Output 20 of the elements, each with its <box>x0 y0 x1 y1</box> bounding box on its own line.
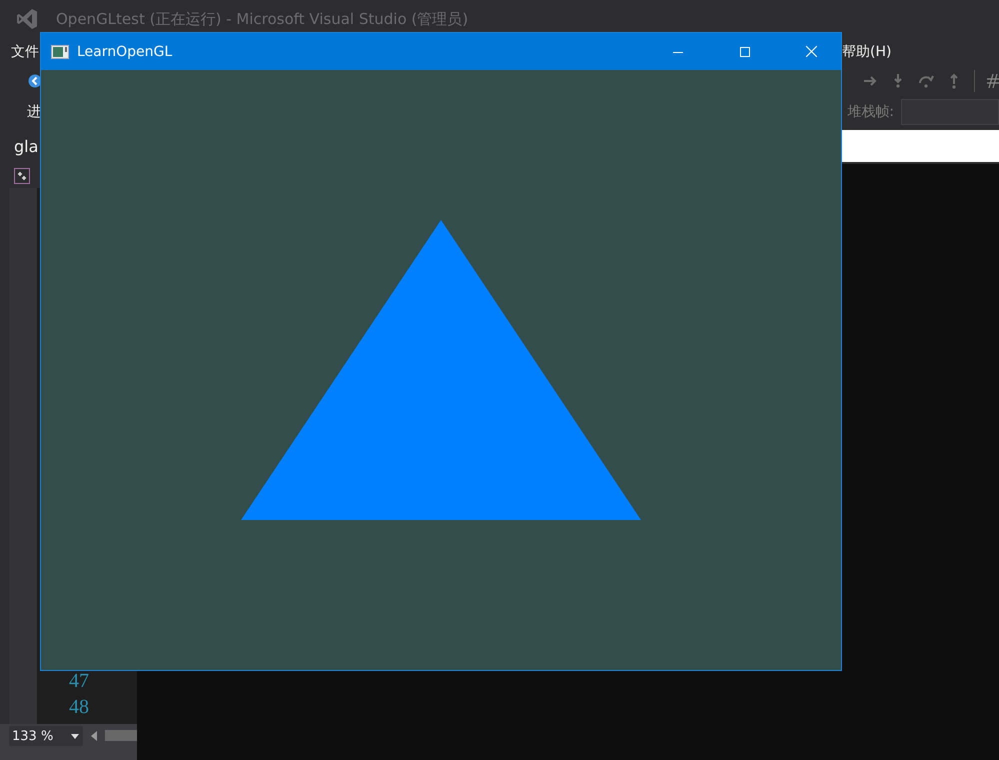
curved-arrow-icon[interactable] <box>918 73 934 89</box>
window-title: OpenGLtest (正在运行) - Microsoft Visual Studio (管理员) <box>56 10 468 28</box>
line-number: 47 <box>69 669 90 694</box>
toolbar-label: 进 <box>27 103 41 121</box>
class-icon <box>14 168 30 184</box>
line-number: 48 <box>69 695 90 720</box>
app-icon <box>51 44 69 58</box>
logo-icon <box>15 7 39 31</box>
stack-frame-label: 堆栈帧: <box>847 103 894 121</box>
caret-icon <box>71 734 79 738</box>
file-tab[interactable]: gla <box>14 136 38 156</box>
close-icon <box>806 46 817 57</box>
maximize-icon <box>740 46 750 56</box>
zoom-dropdown[interactable]: 133 % <box>9 726 83 746</box>
menu-item[interactable]: 文件 <box>11 43 39 61</box>
hatch-icon[interactable] <box>987 73 999 89</box>
scroll-left-icon[interactable] <box>91 731 97 741</box>
menu-item[interactable]: 帮助(H) <box>842 43 892 61</box>
scrollbar-thumb[interactable] <box>105 730 137 741</box>
app-window-title: LearnOpenGL <box>77 44 172 60</box>
